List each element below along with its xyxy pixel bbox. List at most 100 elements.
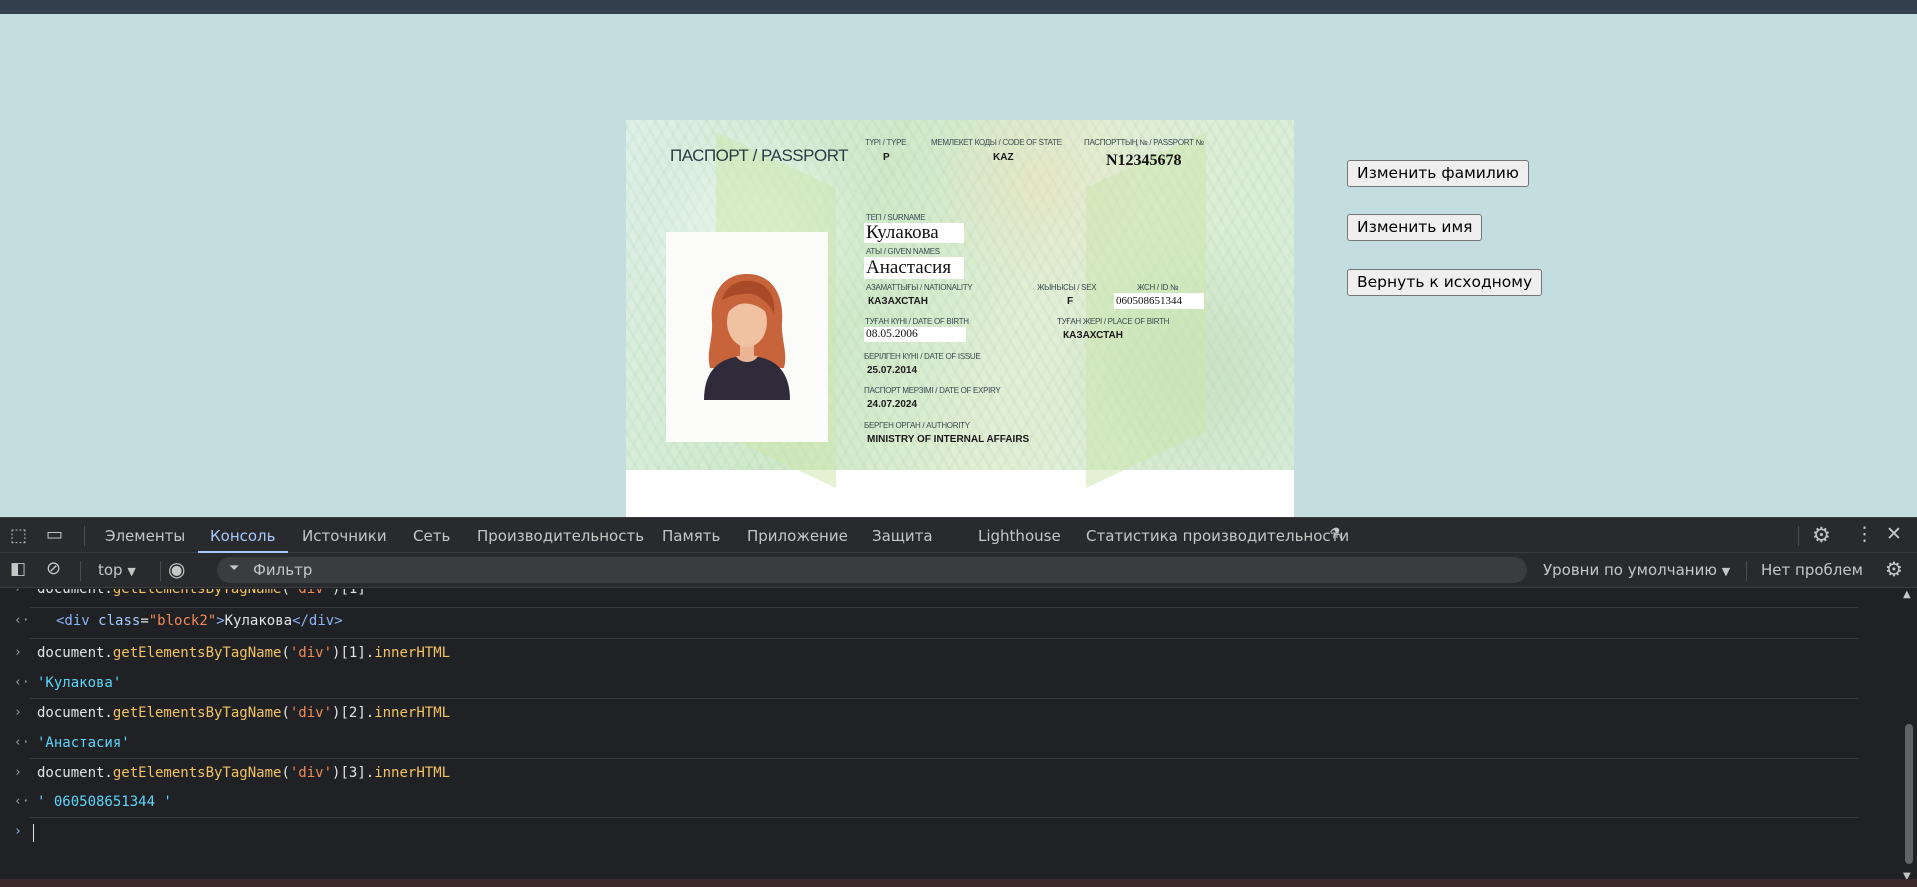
console-result-line: ‹· ' 060508651344 ' — [0, 794, 1858, 814]
change-name-button[interactable]: Изменить имя — [1347, 214, 1483, 241]
expiry-date-value: 24.07.2024 — [867, 399, 918, 410]
log-levels-dropdown[interactable]: Уровни по умолчанию ▼ — [1543, 561, 1730, 579]
console-input-line: › document.getElementsByTagName('div')[1… — [0, 589, 1858, 601]
close-devtools-icon[interactable]: ✕ — [1886, 523, 1902, 545]
issue-date-label: БЕРІЛГЕН КҮНІ / DATE OF ISSUE — [864, 352, 981, 361]
code-index: [2]. — [340, 705, 375, 721]
prompt-chevron-icon: › — [14, 824, 22, 839]
console-settings-gear-icon[interactable]: ⚙ — [1885, 557, 1903, 581]
type-value: P — [883, 152, 890, 163]
given-names-label: АТЫ / GIVEN NAMES — [866, 247, 940, 256]
reset-button[interactable]: Вернуть к исходному — [1347, 269, 1543, 296]
issues-counter[interactable]: Нет проблем — [1761, 561, 1863, 579]
console-input-line: › document.getElementsByTagName('div')[1… — [14, 645, 451, 661]
result-arrow-icon: ‹· — [14, 613, 30, 628]
result-string: ' 060508651344 ' — [37, 794, 172, 810]
tab-console[interactable]: Консоль — [210, 527, 276, 545]
result-arrow-icon: ‹· — [14, 794, 30, 809]
input-prompt-icon: › — [14, 589, 22, 596]
console-scrollbar[interactable]: ▲ ▼ — [1900, 589, 1917, 887]
code-index: [3]. — [340, 765, 375, 781]
tab-network[interactable]: Сеть — [413, 527, 450, 545]
state-code-label: МЕМЛЕКЕТ КОДЫ / CODE OF STATE — [931, 138, 1062, 147]
place-of-birth-value: КАЗАХСТАН — [1063, 330, 1123, 341]
text-caret — [33, 824, 34, 842]
console-input-line: › document.getElementsByTagName('div')[2… — [14, 705, 451, 721]
devtools-panel: ⬚ ▭ Элементы Консоль Источники Сеть Прои… — [0, 517, 1917, 887]
code-index: [1]. — [340, 645, 375, 661]
toolbar-divider — [1746, 561, 1747, 581]
dob-label: ТУҒАН КҮНІ / DATE OF BIRTH — [865, 317, 969, 326]
code-index: [1] — [340, 589, 366, 597]
code-method: getElementsByTagName — [112, 705, 282, 721]
nationality-label: АЗАМАТТЫҒЫ / NATIONALITY — [866, 283, 973, 292]
person-avatar-icon — [704, 274, 790, 400]
given-names-value: Анастасия — [864, 257, 964, 279]
iin-label: ЖСН / ID № — [1137, 283, 1179, 292]
web-page: ПАСПОРТ / PASSPORT ТҮРІ / TYPE P МЕМЛЕКЕ… — [0, 14, 1917, 517]
authority-value: MINISTRY OF INTERNAL AFFAIRS — [867, 434, 1030, 445]
result-string: 'Кулакова' — [37, 675, 122, 691]
passport-card: ПАСПОРТ / PASSPORT ТҮРІ / TYPE P МЕМЛЕКЕ… — [626, 120, 1294, 517]
chevron-down-icon: ▼ — [127, 565, 136, 578]
code-argument: 'div' — [289, 705, 333, 721]
inspect-element-icon[interactable]: ⬚ — [10, 525, 27, 546]
sex-label: ЖЫНЫСЫ / SEX — [1037, 283, 1097, 292]
more-options-icon[interactable]: ⋮ — [1855, 523, 1874, 545]
result-arrow-icon: ‹· — [14, 735, 30, 750]
expiry-date-label: ПАСПОРТ МЕРЗІМІ / DATE OF EXPIRY — [864, 386, 1001, 395]
tab-elements[interactable]: Элементы — [105, 527, 185, 545]
browser-top-strip — [0, 0, 1917, 14]
scrollbar-thumb[interactable] — [1905, 724, 1913, 864]
code-property: innerHTML — [374, 645, 451, 661]
tab-memory[interactable]: Память — [662, 527, 720, 545]
input-prompt-icon: › — [14, 765, 22, 780]
console-divider — [30, 607, 1858, 608]
tab-lighthouse[interactable]: Lighthouse — [978, 527, 1061, 545]
passport-number-value: N12345678 — [1106, 152, 1182, 169]
console-prompt[interactable]: › — [0, 824, 1858, 844]
html-open-tag: <div — [56, 613, 90, 629]
console-output[interactable]: › document.getElementsByTagName('div')[1… — [0, 589, 1900, 887]
tab-performance[interactable]: Производительность — [477, 527, 644, 545]
html-close-tag: </div> — [292, 613, 343, 629]
place-of-birth-label: ТУҒАН ЖЕРІ / PLACE OF BIRTH — [1057, 317, 1170, 326]
code-object: document. — [37, 705, 113, 721]
console-result-line: ‹· <div class="block2">Кулакова</div> — [14, 613, 343, 629]
result-arrow-icon: ‹· — [14, 675, 30, 690]
scroll-up-arrow-icon[interactable]: ▲ — [1903, 589, 1911, 600]
state-code-value: KAZ — [993, 152, 1014, 163]
console-input-line: › document.getElementsByTagName('div')[3… — [14, 765, 451, 781]
clear-console-icon[interactable]: ⊘ — [46, 558, 61, 579]
device-toolbar-icon[interactable]: ▭ — [46, 524, 63, 545]
code-object: document. — [37, 765, 113, 781]
tab-application[interactable]: Приложение — [747, 527, 848, 545]
nationality-value: КАЗАХСТАН — [868, 296, 928, 307]
passport-title: ПАСПОРТ / PASSPORT — [670, 146, 849, 165]
console-divider — [30, 698, 1858, 699]
surname-label: ТЕГІ / SURNAME — [866, 213, 926, 222]
console-filter-input[interactable]: ⏷ Фильтр — [217, 557, 1527, 583]
code-method: getElementsByTagName — [112, 645, 282, 661]
experiment-flask-icon: ⚗ — [1329, 526, 1342, 542]
settings-gear-icon[interactable]: ⚙ — [1812, 523, 1831, 547]
tab-security[interactable]: Защита — [872, 527, 933, 545]
filter-placeholder: Фильтр — [253, 561, 313, 579]
change-surname-button[interactable]: Изменить фамилию — [1347, 160, 1529, 187]
code-property: innerHTML — [374, 765, 451, 781]
console-result-line: ‹· 'Анастасия' — [0, 735, 1858, 755]
sidebar-toggle-icon[interactable]: ◧ — [10, 559, 26, 579]
chevron-down-icon: ▼ — [1721, 565, 1731, 578]
code-argument: 'div' — [289, 765, 333, 781]
live-expression-eye-icon[interactable]: ◉ — [168, 557, 185, 581]
tab-performance-insights[interactable]: Статистика производительности — [1086, 527, 1349, 545]
context-selector[interactable]: top ▼ — [98, 561, 136, 579]
console-divider — [30, 817, 1858, 818]
taskbar-strip — [0, 879, 1917, 887]
iin-value: 060508651344 — [1114, 293, 1204, 309]
tab-sources[interactable]: Источники — [302, 527, 387, 545]
passport-number-label: ПАСПОРТТЫҢ № / PASSPORT № — [1084, 138, 1204, 147]
code-object: document. — [37, 645, 113, 661]
log-levels-value: Уровни по умолчанию — [1543, 561, 1717, 579]
html-attr-name: class — [98, 613, 141, 629]
